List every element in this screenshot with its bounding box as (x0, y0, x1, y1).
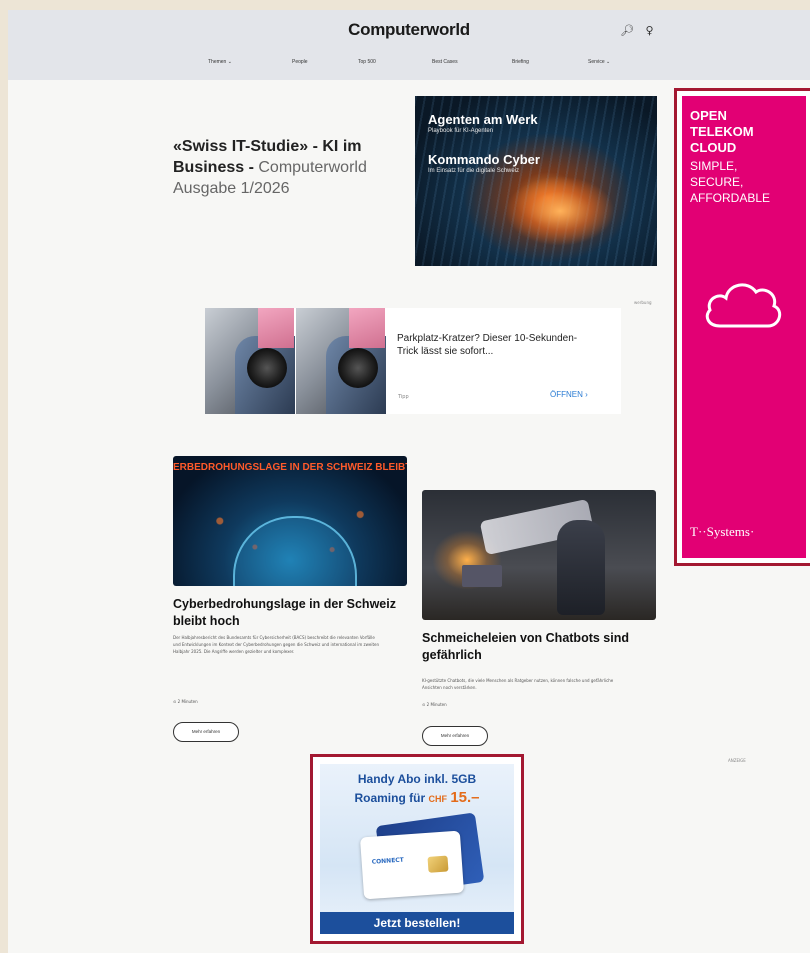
article-title-chatbots[interactable]: Schmeicheleien von Chatbots sind gefährl… (422, 630, 656, 664)
native-ad-open-button[interactable]: ÖFFNEN › (550, 390, 588, 399)
native-ad-source: Tipp (398, 394, 409, 400)
article-title-cyber[interactable]: Cyberbedrohungslage in der Schweiz bleib… (173, 596, 407, 630)
main-nav: Themen ⌄ People Top 500 Best Cases Brief… (208, 59, 628, 73)
site-logo[interactable]: Computerworld (8, 20, 810, 40)
abo-roaming-text: Roaming für (354, 791, 426, 805)
abo-headline-1: Handy Abo inkl. 5GB (357, 772, 477, 786)
site-header: Computerworld 🔎︎ ♀ Themen ⌄ People Top 5… (8, 10, 810, 80)
sim-chip-icon (427, 855, 449, 873)
nav-item-people[interactable]: People (292, 59, 308, 65)
telekom-ad-headline: OPEN TELEKOM CLOUD (690, 108, 754, 155)
native-ad-text[interactable]: Parkplatz-Kratzer? Dieser 10-Sekunden-Tr… (397, 332, 597, 358)
pink-panel (349, 308, 385, 348)
article-image-chatbots[interactable] (422, 490, 656, 620)
user-icon[interactable]: ♀ (645, 24, 653, 37)
native-ad[interactable]: Parkplatz-Kratzer? Dieser 10-Sekunden-Tr… (205, 308, 621, 414)
sim-card-front: CONNECT (359, 830, 465, 900)
cover-title-2: Kommando Cyber (428, 152, 540, 167)
native-ad-image-1 (205, 308, 295, 414)
mobile-abo-banner: Handy Abo inkl. 5GB Roaming für CHF 15.–… (320, 764, 514, 934)
header-icons: 🔎︎ ♀ (620, 24, 662, 37)
article-image-banner: ERBEDROHUNGSLAGE IN DER SCHWEIZ BLEIBT H (173, 462, 407, 473)
abo-price: 15.– (450, 789, 480, 806)
nav-item-service[interactable]: Service ⌄ (588, 59, 610, 65)
wheel-shape (338, 348, 378, 388)
nav-item-best-cases[interactable]: Best Cases (432, 59, 458, 65)
page: Computerworld 🔎︎ ♀ Themen ⌄ People Top 5… (8, 10, 810, 953)
article-teaser-cyber: Der Halbjahresbericht des Bundesamts für… (173, 635, 380, 654)
article-image-cyber[interactable]: ERBEDROHUNGSLAGE IN DER SCHWEIZ BLEIBT H (173, 456, 407, 586)
abo-headline-2: Roaming für CHF 15.– (320, 789, 514, 806)
telekom-ad-tagline: SIMPLE, SECURE, AFFORDABLE (690, 159, 771, 205)
wheel-shape (247, 348, 287, 388)
telekom-cloud-ad[interactable]: OPEN TELEKOM CLOUD SIMPLE, SECURE, AFFOR… (674, 88, 810, 566)
more-button-chatbots[interactable]: Mehr erfahren (422, 726, 488, 746)
telekom-ad-banner: OPEN TELEKOM CLOUD SIMPLE, SECURE, AFFOR… (682, 96, 806, 558)
ad-label-mid: ANZEIGE (728, 758, 746, 763)
cover-subtitle-1: Playbook für KI-Agenten (428, 128, 494, 134)
cover-brain-glow (505, 176, 615, 246)
nav-item-briefing[interactable]: Briefing (512, 59, 529, 65)
native-ad-image-2 (296, 308, 386, 414)
abo-currency: CHF (428, 794, 447, 804)
search-icon[interactable]: 🔎︎ (620, 24, 634, 37)
article-teaser-chatbots: KI-gestützte Chatbots, die viele Mensche… (422, 678, 614, 690)
nav-item-top500[interactable]: Top 500 (358, 59, 376, 65)
mobile-abo-ad[interactable]: Handy Abo inkl. 5GB Roaming für CHF 15.–… (310, 754, 524, 944)
hero-cover-image[interactable]: Agenten am Werk Playbook für KI-Agenten … (415, 96, 657, 266)
article-readtime-cyber: ⊙ 2 Minuten (173, 699, 198, 704)
laptop-shape (462, 565, 502, 587)
tsystems-logo: T··Systems· (690, 524, 755, 539)
cover-subtitle-2: Im Einsatz für die digitale Schweiz (428, 168, 520, 174)
article-readtime-chatbots: ⊙ 2 Minuten (422, 702, 447, 707)
cloud-icon (705, 283, 782, 328)
more-button-cyber[interactable]: Mehr erfahren (173, 722, 239, 742)
cover-title-1: Agenten am Werk (428, 112, 538, 127)
nav-item-themen[interactable]: Themen ⌄ (208, 59, 232, 65)
pink-panel (258, 308, 294, 348)
abo-order-button[interactable]: Jetzt bestellen! (320, 912, 514, 934)
sim-card-brand: CONNECT (371, 856, 405, 866)
person-shape (557, 520, 605, 615)
ad-label-top: werbung (634, 300, 652, 305)
hero-title[interactable]: «Swiss IT-Studie» - KI im Business - Com… (173, 136, 403, 199)
